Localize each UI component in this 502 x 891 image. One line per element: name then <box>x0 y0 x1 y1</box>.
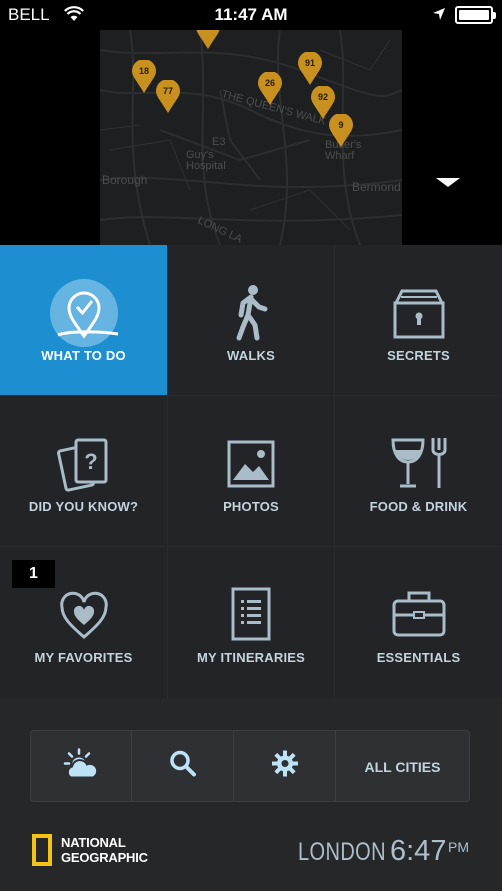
location-arrow-icon <box>432 7 446 26</box>
city-map[interactable]: THE QUEEN'S WALK Guy's Hospital Borough … <box>100 30 402 245</box>
walking-person-icon <box>221 283 281 343</box>
national-geographic-logo: NATIONAL GEOGRAPHIC <box>32 834 148 866</box>
weather-button[interactable] <box>31 731 132 801</box>
map-pin[interactable]: 9 <box>329 114 353 148</box>
tile-secrets[interactable]: SECRETS <box>335 245 502 395</box>
map-pin-check-icon <box>44 278 124 348</box>
map-pin[interactable]: 18 <box>132 60 156 94</box>
settings-button[interactable] <box>234 731 336 801</box>
tile-food-drink[interactable]: FOOD & DRINK <box>335 396 502 546</box>
all-cities-button[interactable]: ALL CITIES <box>336 731 469 801</box>
chevron-down-icon[interactable] <box>436 178 460 187</box>
brand-line-2: GEOGRAPHIC <box>61 850 148 865</box>
tile-label: WHAT TO DO <box>41 348 126 363</box>
svg-text:?: ? <box>84 449 97 474</box>
local-time: 6:47 <box>390 835 447 867</box>
tile-my-itineraries[interactable]: MY ITINERARIES <box>168 547 334 698</box>
search-button[interactable] <box>132 731 234 801</box>
bottom-bar: ALL CITIES NATIONAL GEOGRAPHIC LONDON 6:… <box>0 698 502 891</box>
map-pin[interactable]: 77 <box>156 80 180 114</box>
map-pin-number: 91 <box>304 58 315 68</box>
map-label: Guy's Hospital <box>186 149 226 172</box>
heart-icon <box>54 585 114 645</box>
map-pin-number: 92 <box>317 92 328 102</box>
tile-label: SECRETS <box>387 348 450 363</box>
all-cities-label: ALL CITIES <box>364 759 441 775</box>
battery-full-icon <box>455 6 496 24</box>
tile-label: WALKS <box>227 348 275 363</box>
wine-fork-icon <box>389 434 449 494</box>
map-pin[interactable]: 91 <box>298 52 322 86</box>
tile-walks[interactable]: WALKS <box>168 245 334 395</box>
tile-label: DID YOU KNOW? <box>28 499 139 514</box>
map-label: Borough <box>102 173 148 187</box>
tile-label: PHOTOS <box>223 499 279 514</box>
photo-icon <box>221 434 281 494</box>
map-pin-number: 18 <box>138 66 149 76</box>
brand-name: NATIONAL GEOGRAPHIC <box>61 835 148 865</box>
favorites-count-badge: 1 <box>12 560 55 588</box>
national-geographic-frame-icon <box>32 834 52 866</box>
map-section: THE QUEEN'S WALK Guy's Hospital Borough … <box>0 30 502 245</box>
tile-photos[interactable]: PHOTOS <box>168 396 334 546</box>
map-label: E3 <box>212 136 226 148</box>
map-pin[interactable]: 26 <box>258 72 282 106</box>
status-bar: BELL 11:47 AM <box>0 0 502 30</box>
tile-my-favorites[interactable]: 1 MY FAVORITES <box>0 547 167 698</box>
tile-essentials[interactable]: ESSENTIALS <box>335 547 502 698</box>
document-list-icon <box>221 585 281 645</box>
gear-icon <box>271 750 298 782</box>
brand-line-1: NATIONAL <box>61 835 126 850</box>
map-pin-number: 26 <box>264 78 275 88</box>
question-cards-icon: ? <box>54 434 114 494</box>
status-time: 11:47 AM <box>214 5 288 24</box>
weather-sun-cloud-icon <box>63 748 99 785</box>
tile-label: MY ITINERARIES <box>196 650 306 665</box>
category-grid: WHAT TO DO WALKS SECRETS ? DID YOU KNOW?… <box>0 245 502 698</box>
tile-label: ESSENTIALS <box>376 650 461 665</box>
search-icon <box>169 750 197 783</box>
tile-label: MY FAVORITES <box>34 650 133 665</box>
map-pin-number: 9 <box>338 120 344 130</box>
map-pin[interactable] <box>196 30 220 50</box>
local-time-ampm: PM <box>448 839 469 855</box>
map-pin-number: 77 <box>162 86 173 96</box>
tile-did-you-know[interactable]: ? DID YOU KNOW? <box>0 396 167 546</box>
map-label: Bermond <box>352 180 401 194</box>
bottom-toolbar: ALL CITIES <box>30 730 470 802</box>
current-city: LONDON <box>298 838 386 866</box>
suitcase-icon <box>389 585 449 645</box>
tile-what-to-do[interactable]: WHAT TO DO <box>0 245 167 395</box>
tile-label: FOOD & DRINK <box>369 499 468 514</box>
lockbox-icon <box>389 283 449 343</box>
